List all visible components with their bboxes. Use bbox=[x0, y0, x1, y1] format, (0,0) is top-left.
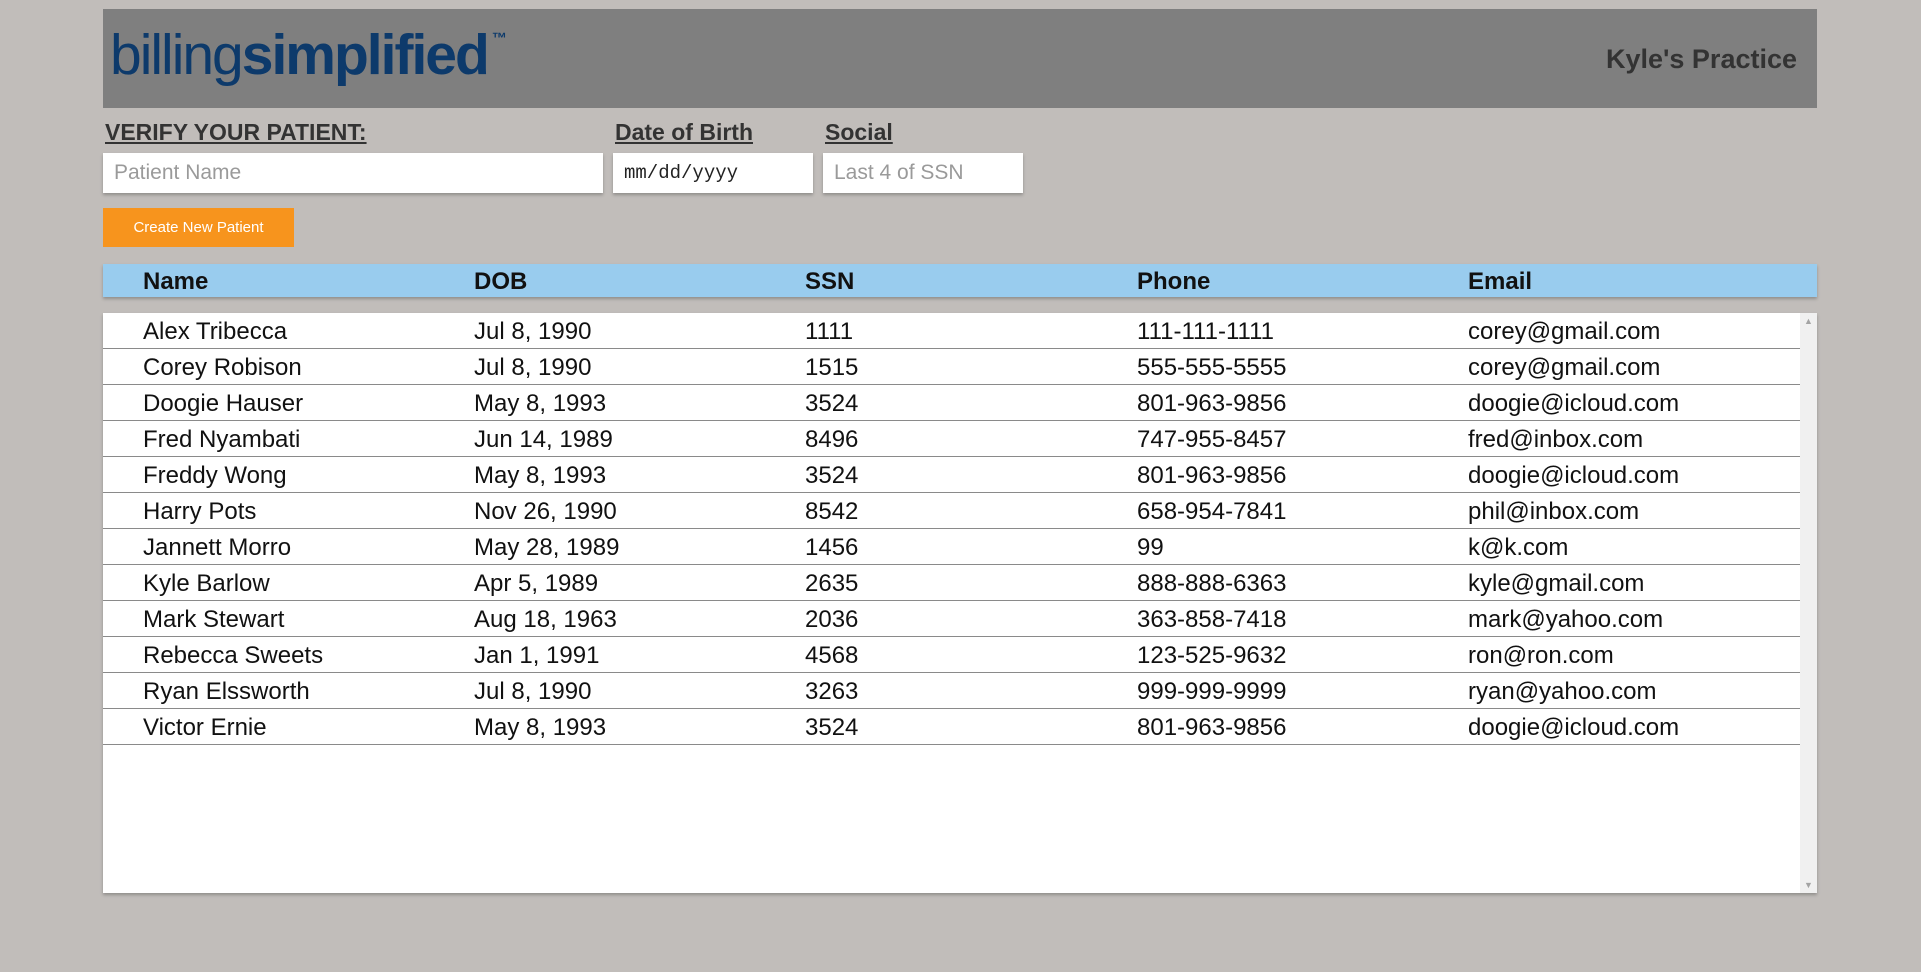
cell-name: Alex Tribecca bbox=[143, 318, 288, 345]
cell-name: Doogie Hauser bbox=[143, 390, 304, 417]
cell-name: Mark Stewart bbox=[143, 606, 285, 633]
cell-name: Jannett Morro bbox=[143, 534, 292, 561]
cell-email: corey@gmail.com bbox=[1468, 318, 1661, 345]
table-row[interactable]: Harry Pots Nov 26, 1990 8542 658-954-7841 ph… bbox=[103, 493, 1800, 529]
cell-email: ron@ron.com bbox=[1468, 642, 1614, 669]
cell-phone: 747-955-8457 bbox=[1137, 426, 1287, 453]
cell-email: mark@yahoo.com bbox=[1468, 606, 1664, 633]
cell-dob: Jul 8, 1990 bbox=[474, 354, 592, 381]
page: billingsimplified ™ Kyle's Practice VERIF… bbox=[0, 0, 1921, 972]
cell-dob: Jul 8, 1990 bbox=[474, 678, 592, 705]
social-label: Social bbox=[825, 119, 893, 145]
cell-phone: 111-111-1111 bbox=[1137, 318, 1274, 345]
cell-phone: 801-963-9856 bbox=[1137, 390, 1287, 417]
cell-ssn: 3524 bbox=[805, 462, 859, 489]
cell-ssn: 3524 bbox=[805, 714, 859, 741]
scroll-down-arrow-icon[interactable]: ▼ bbox=[1800, 879, 1817, 891]
cell-name: Kyle Barlow bbox=[143, 570, 270, 597]
column-header-phone[interactable]: Phone bbox=[1137, 268, 1210, 296]
cell-dob: May 8, 1993 bbox=[474, 390, 607, 417]
cell-phone: 999-999-9999 bbox=[1137, 678, 1287, 705]
billing-simplified-logo: billingsimplified ™ bbox=[110, 27, 507, 84]
cell-ssn: 8542 bbox=[805, 498, 859, 525]
table-row[interactable]: Freddy Wong May 8, 1993 3524 801-963-9856 do… bbox=[103, 457, 1800, 493]
table-row[interactable]: Corey Robison Jul 8, 1990 1515 555-555-5555… bbox=[103, 349, 1800, 385]
cell-dob: May 8, 1993 bbox=[474, 462, 607, 489]
cell-dob: May 28, 1989 bbox=[474, 534, 620, 561]
cell-phone: 123-525-9632 bbox=[1137, 642, 1287, 669]
cell-ssn: 3524 bbox=[805, 390, 859, 417]
cell-email: k@k.com bbox=[1468, 534, 1569, 561]
cell-name: Harry Pots bbox=[143, 498, 257, 525]
practice-name: Kyle's Practice bbox=[1605, 44, 1797, 74]
cell-dob: Jul 8, 1990 bbox=[474, 318, 592, 345]
cell-dob: Jan 1, 1991 bbox=[474, 642, 600, 669]
logo-text-light: billing bbox=[110, 23, 244, 87]
cell-dob: Apr 5, 1989 bbox=[474, 570, 599, 597]
cell-ssn: 8496 bbox=[805, 426, 859, 453]
cell-email: doogie@icloud.com bbox=[1468, 390, 1680, 417]
cell-email: fred@inbox.com bbox=[1468, 426, 1644, 453]
cell-ssn: 4568 bbox=[805, 642, 859, 669]
verify-patient-heading: VERIFY YOUR PATIENT: bbox=[105, 119, 367, 145]
table-scrollbar[interactable]: ▲ ▼ bbox=[1800, 313, 1817, 893]
cell-dob: May 8, 1993 bbox=[474, 714, 607, 741]
cell-phone: 99 bbox=[1137, 534, 1164, 561]
table-row[interactable]: Kyle Barlow Apr 5, 1989 2635 888-888-6363 ky… bbox=[103, 565, 1800, 601]
cell-phone: 658-954-7841 bbox=[1137, 498, 1287, 525]
cell-ssn: 3263 bbox=[805, 678, 859, 705]
dob-label: Date of Birth bbox=[615, 119, 753, 145]
cell-dob: Nov 26, 1990 bbox=[474, 498, 617, 525]
cell-phone: 801-963-9856 bbox=[1137, 462, 1287, 489]
table-row[interactable]: Mark Stewart Aug 18, 1963 2036 363-858-7418… bbox=[103, 601, 1800, 637]
cell-email: doogie@icloud.com bbox=[1468, 714, 1680, 741]
cell-dob: Aug 18, 1963 bbox=[474, 606, 617, 633]
table-row[interactable]: Jannett Morro May 28, 1989 1456 99 k@k.com bbox=[103, 529, 1800, 565]
patient-table: Alex Tribecca Jul 8, 1990 1111 111-111-1111… bbox=[103, 313, 1817, 893]
cell-email: doogie@icloud.com bbox=[1468, 462, 1680, 489]
cell-name: Corey Robison bbox=[143, 354, 302, 381]
table-row[interactable]: Victor Ernie May 8, 1993 3524 801-963-9856 d… bbox=[103, 709, 1800, 745]
cell-name: Ryan Elssworth bbox=[143, 678, 310, 705]
cell-ssn: 2635 bbox=[805, 570, 859, 597]
cell-ssn: 2036 bbox=[805, 606, 859, 633]
cell-name: Rebecca Sweets bbox=[143, 642, 324, 669]
table-row[interactable]: Fred Nyambati Jun 14, 1989 8496 747-955-845… bbox=[103, 421, 1800, 457]
cell-email: kyle@gmail.com bbox=[1468, 570, 1645, 597]
table-row[interactable]: Ryan Elssworth Jul 8, 1990 3263 999-999-999… bbox=[103, 673, 1800, 709]
patient-name-input[interactable] bbox=[103, 153, 603, 193]
cell-email: ryan@yahoo.com bbox=[1468, 678, 1657, 705]
column-header-dob[interactable]: DOB bbox=[474, 268, 527, 296]
ssn-last4-input[interactable] bbox=[823, 153, 1023, 193]
cell-phone: 555-555-5555 bbox=[1137, 354, 1287, 381]
app-header: billingsimplified ™ Kyle's Practice bbox=[103, 9, 1817, 108]
cell-email: corey@gmail.com bbox=[1468, 354, 1661, 381]
patient-rows: Alex Tribecca Jul 8, 1990 1111 111-111-1111… bbox=[103, 313, 1800, 745]
cell-phone: 888-888-6363 bbox=[1137, 570, 1287, 597]
table-row[interactable]: Rebecca Sweets Jan 1, 1991 4568 123-525-963… bbox=[103, 637, 1800, 673]
cell-email: phil@inbox.com bbox=[1468, 498, 1640, 525]
column-header-name[interactable]: Name bbox=[143, 268, 208, 296]
column-header-ssn[interactable]: SSN bbox=[805, 268, 854, 296]
cell-dob: Jun 14, 1989 bbox=[474, 426, 613, 453]
trademark-mark: ™ bbox=[491, 30, 507, 47]
column-header-email[interactable]: Email bbox=[1468, 268, 1532, 296]
cell-ssn: 1456 bbox=[805, 534, 859, 561]
create-new-patient-button[interactable]: Create New Patient bbox=[103, 208, 294, 247]
dob-input[interactable]: mm/dd/yyyy bbox=[613, 153, 813, 193]
cell-phone: 801-963-9856 bbox=[1137, 714, 1287, 741]
table-header: Name DOB SSN Phone Email bbox=[103, 264, 1817, 297]
table-row[interactable]: Doogie Hauser May 8, 1993 3524 801-963-9856… bbox=[103, 385, 1800, 421]
logo-text-bold: simplified bbox=[241, 23, 490, 87]
cell-name: Fred Nyambati bbox=[143, 426, 301, 453]
table-row[interactable]: Alex Tribecca Jul 8, 1990 1111 111-111-1111… bbox=[103, 313, 1800, 349]
cell-name: Victor Ernie bbox=[143, 714, 267, 741]
cell-name: Freddy Wong bbox=[143, 462, 287, 489]
cell-ssn: 1515 bbox=[805, 354, 859, 381]
cell-phone: 363-858-7418 bbox=[1137, 606, 1287, 633]
scroll-up-arrow-icon[interactable]: ▲ bbox=[1800, 315, 1817, 327]
cell-ssn: 1111 bbox=[805, 318, 854, 345]
